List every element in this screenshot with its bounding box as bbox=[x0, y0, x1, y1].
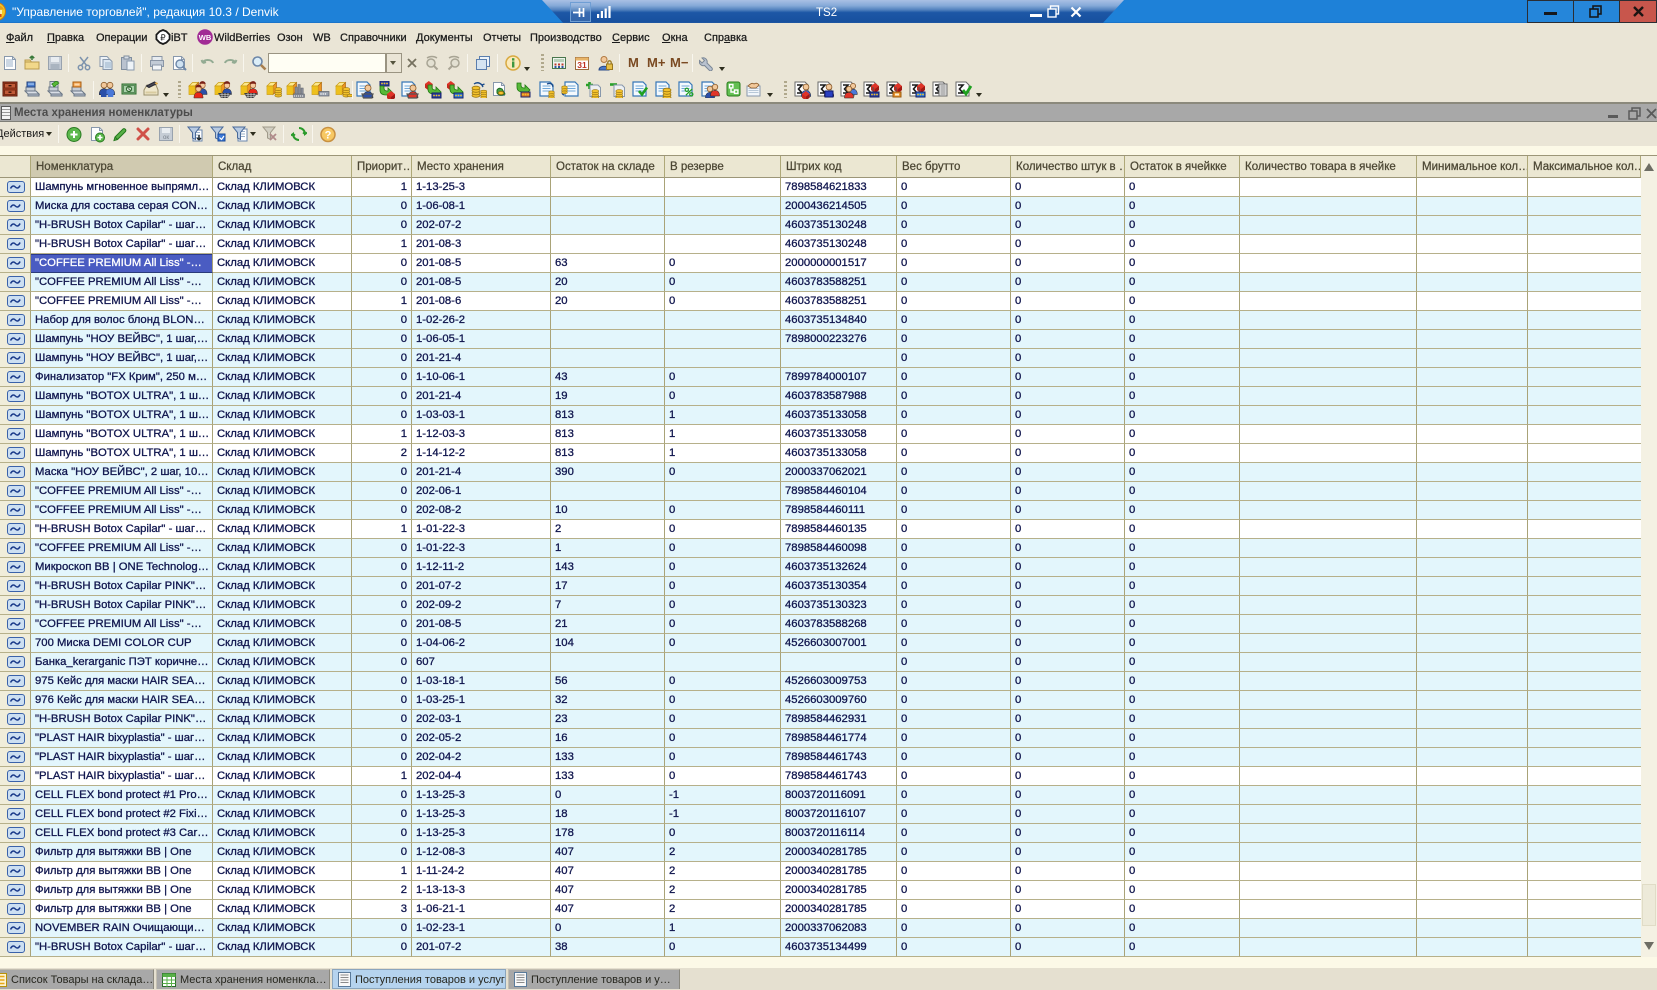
svg-text:₽: ₽ bbox=[160, 33, 166, 43]
svg-text:ок: ок bbox=[163, 135, 169, 141]
svg-text:WB: WB bbox=[199, 33, 212, 42]
svg-text:31: 31 bbox=[577, 60, 587, 70]
svg-text:?: ? bbox=[325, 130, 332, 142]
